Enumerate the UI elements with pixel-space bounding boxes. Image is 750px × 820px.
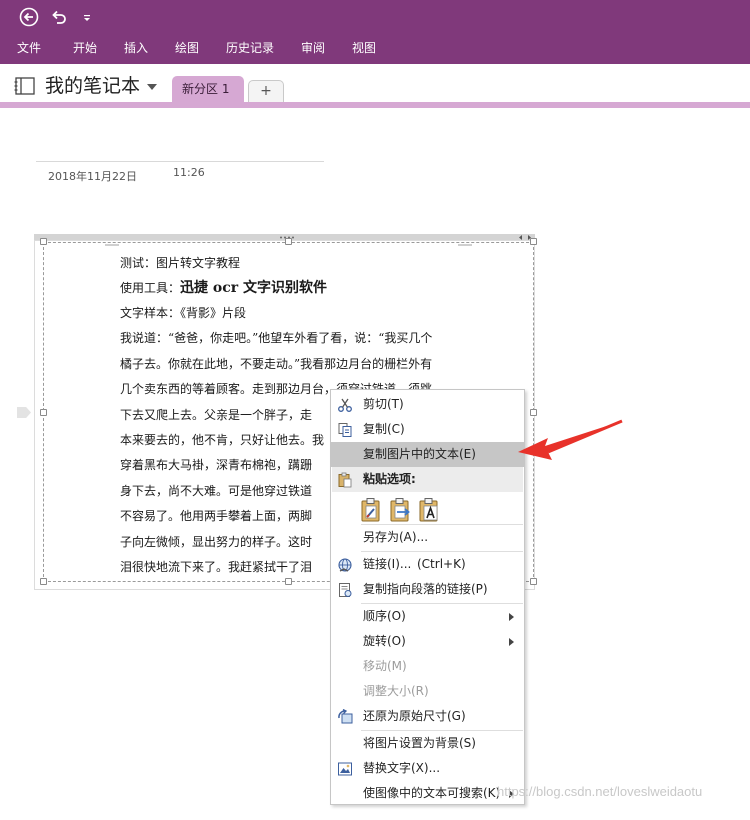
notebook-icon [14,76,36,96]
menu-item-resize: 调整大小(R) [331,679,524,704]
image-text-line: 泪很快地流下来了。我赶紧拭干了泪 [120,560,313,574]
menu-item-label: 还原为原始尺寸(G) [363,709,466,723]
menu-item-make-text-searchable[interactable]: 使图像中的文本可搜索(K) [331,781,524,806]
image-text-line: 子向左微倾，显出努力的样子。这时 [120,535,313,549]
menu-item-shortcut: (Ctrl+K) [417,557,466,571]
menu-item-label: 顺序(O) [363,609,406,623]
tab-view[interactable]: 视图 [352,40,376,56]
menu-item-label: 将图片设置为背景(S) [363,736,476,750]
menu-item-set-as-background[interactable]: 将图片设置为背景(S) [331,731,524,756]
image-edge-mark [458,244,472,246]
alt-text-icon [338,762,352,776]
paragraph-handle[interactable] [17,407,31,418]
menu-item-copy-link-to-paragraph[interactable]: 复制指向段落的链接(P) [331,577,524,602]
menu-item-label: 另存为(A)... [363,530,429,544]
watermark: https://blog.csdn.net/loveslweidaotu [497,784,703,799]
undo-icon [52,10,66,24]
menu-item-alt-text[interactable]: 替换文字(X)... [331,756,524,781]
copy-icon [338,423,352,437]
menu-item-label: 调整大小(R) [363,684,429,698]
tab-insert[interactable]: 插入 [124,40,148,56]
ribbon-tab-bar: 文件 开始 插入 绘图 历史记录 审阅 视图 [0,34,750,64]
image-text-line: 身下去，尚不大难。可是他穿过铁道 [120,484,313,498]
tab-review[interactable]: 审阅 [301,40,325,56]
menu-item-cut[interactable]: 剪切(T) [331,392,524,417]
menu-item-label: 复制指向段落的链接(P) [363,582,488,596]
submenu-arrow-icon [509,638,514,646]
menu-item-restore-original-size[interactable]: 还原为原始尺寸(G) [331,704,524,729]
menu-item-rotate[interactable]: 旋转(O) [331,629,524,654]
image-text-line: 下去又爬上去。父亲是一个胖子，走 [120,408,313,422]
back-arrow-icon [19,7,39,27]
paste-merge-icon [390,498,410,522]
image-text-line: 使用工具：迅捷 ocr 文字识别软件 [120,280,327,296]
resize-handle[interactable] [40,409,47,416]
menu-item-label: 旋转(O) [363,634,406,648]
resize-handle[interactable] [285,238,292,245]
paste-options-header: 粘贴选项: [332,467,523,492]
resize-handle[interactable] [530,578,537,585]
menu-item-order[interactable]: 顺序(O) [331,604,524,629]
paste-keep-source-formatting-button[interactable] [360,497,384,523]
section-underline [0,102,750,108]
customize-toolbar-button[interactable] [78,6,100,28]
title-rule [36,161,324,162]
paste-brush-icon [361,498,380,522]
menu-item-label: 复制(C) [363,422,405,436]
image-text-prefix: 使用工具： [120,281,181,295]
restore-size-icon [338,709,353,724]
image-text-line: 不容易了。他用两手攀着上面，两脚 [120,509,313,523]
dropdown-caret-icon [84,15,90,21]
image-text-line: 橘子去。你就在此地，不要走动。”我看那边月台的栅栏外有 [120,357,433,371]
page-time: 11:26 [173,166,205,179]
image-text-line: 本来要去的，他不肯，只好让他去。我 [120,433,325,447]
context-menu: 剪切(T) 复制(C) 复制图片中的文本(E) 粘贴选项: 另存为(A)... … [330,389,525,805]
paste-text-only-button[interactable] [418,497,442,523]
undo-button[interactable] [48,6,70,28]
image-text-tool: 迅捷 ocr 文字识别软件 [180,280,328,296]
menu-item-label: 剪切(T) [363,397,404,411]
menu-item-move: 移动(M) [331,654,524,679]
scissors-icon [338,398,352,412]
image-text-line: 我说道：“爸爸，你走吧。”他望车外看了看，说：“我买几个 [120,331,433,345]
menu-item-label: 替换文字(X)... [363,761,441,775]
paste-options-label: 粘贴选项: [363,472,416,486]
resize-handle[interactable] [530,409,537,416]
image-text-line: 测试：图片转文字教程 [120,256,241,270]
image-text-line: 穿着黑布大马褂，深青布棉袍，蹒跚 [120,458,313,472]
resize-handle[interactable] [530,238,537,245]
submenu-arrow-icon [509,613,514,621]
title-bar [0,0,750,34]
clipboard-icon [338,472,352,488]
section-tab[interactable]: 新分区 1 [172,76,244,102]
image-text-line: 文字样本：《背影》片段 [120,306,247,320]
paragraph-link-icon [339,583,352,597]
paste-merge-formatting-button[interactable] [389,497,413,523]
link-globe-icon [338,558,352,572]
menu-item-label: 移动(M) [363,659,407,673]
menu-item-label: 链接(I)... [363,557,412,571]
page-date: 2018年11月22日 [48,170,137,183]
tab-home[interactable]: 开始 [73,40,97,56]
resize-handle[interactable] [40,238,47,245]
paste-text-only-icon [419,498,438,522]
notebook-title[interactable]: 我的笔记本 [45,74,140,98]
menu-item-copy-text-from-picture[interactable]: 复制图片中的文本(E) [331,442,524,467]
notebook-dropdown-icon[interactable] [147,84,157,90]
resize-handle[interactable] [40,578,47,585]
menu-item-label: 复制图片中的文本(E) [363,447,476,461]
image-edge-mark [105,244,119,246]
tab-draw[interactable]: 绘图 [175,40,199,56]
resize-handle[interactable] [285,578,292,585]
menu-item-link[interactable]: 链接(I)... (Ctrl+K) [331,552,524,577]
tab-history[interactable]: 历史记录 [226,40,274,56]
menu-item-save-as[interactable]: 另存为(A)... [331,525,524,550]
back-button[interactable] [18,6,40,28]
menu-item-label: 使图像中的文本可搜索(K) [363,786,501,800]
menu-item-copy[interactable]: 复制(C) [331,417,524,442]
add-section-button[interactable]: + [248,80,284,102]
tab-file[interactable]: 文件 [17,40,41,56]
